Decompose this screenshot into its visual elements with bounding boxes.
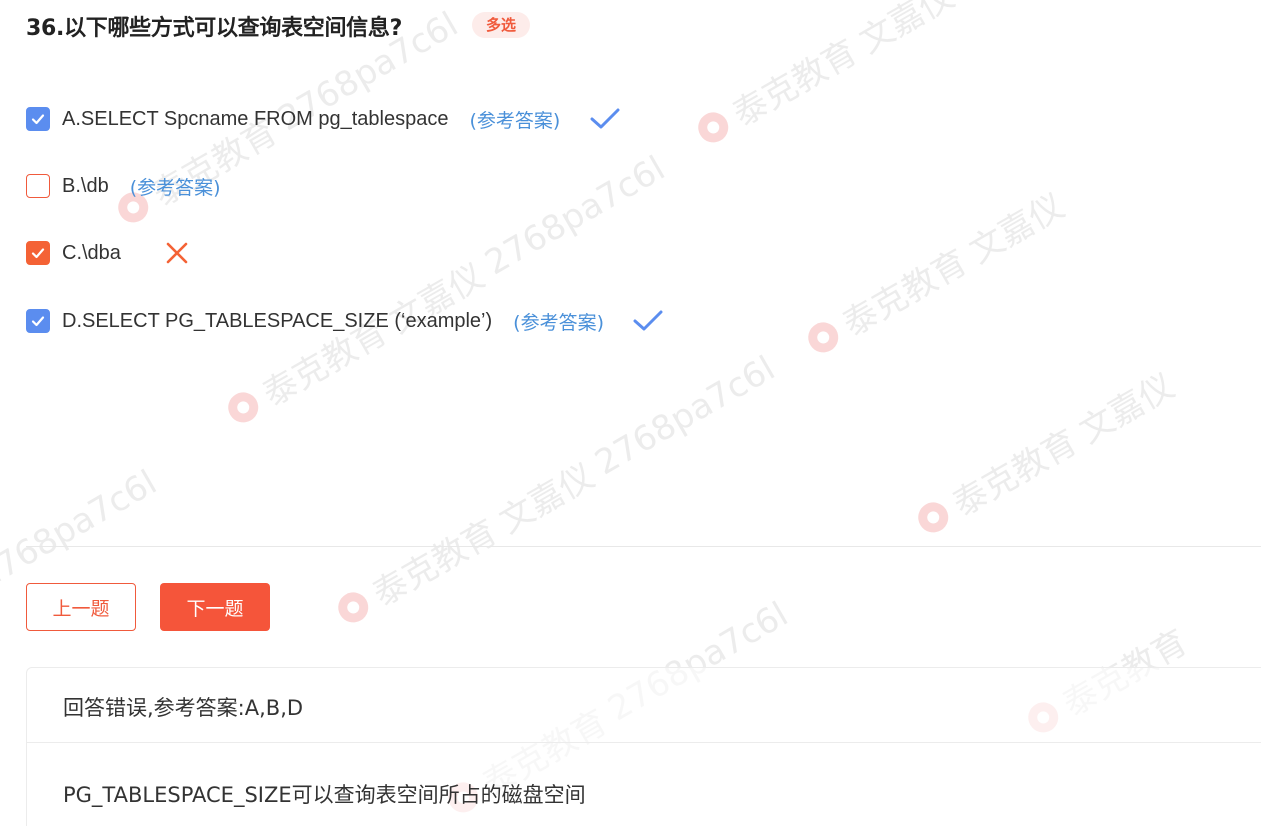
reference-answer-label: (参考答案) [129,176,221,199]
previous-question-button[interactable]: 上一题 [26,583,136,631]
correct-check-icon [589,107,621,131]
answer-explanation: PG_TABLESPACE_SIZE可以查询表空间所占的磁盘空间 [63,783,586,807]
option-label: B.\db [62,174,109,197]
option-a[interactable]: A.SELECT Spcname FROM pg_tablespace (参考答… [26,106,621,132]
section-divider [26,546,1261,547]
checkbox-checked-icon[interactable] [26,241,50,265]
option-label: C.\dba [62,241,121,264]
next-question-button[interactable]: 下一题 [160,583,270,631]
question-title: 36.以下哪些方式可以查询表空间信息? [26,16,403,41]
option-c[interactable]: C.\dba [26,240,189,266]
correct-check-icon [632,309,664,333]
checkbox-checked-icon[interactable] [26,309,50,333]
checkbox-unchecked-icon[interactable] [26,174,50,198]
answer-result-text: 回答错误,参考答案:A,B,D [63,696,304,720]
checkbox-checked-icon[interactable] [26,107,50,131]
option-d[interactable]: D.SELECT PG_TABLESPACE_SIZE (‘example’) … [26,308,664,334]
reference-answer-label: (参考答案) [513,311,604,334]
option-label: D.SELECT PG_TABLESPACE_SIZE (‘example’) [62,309,493,332]
option-b[interactable]: B.\db (参考答案) [26,173,221,199]
option-label: A.SELECT Spcname FROM pg_tablespace [62,107,449,130]
answer-panel: 回答错误,参考答案:A,B,D PG_TABLESPACE_SIZE可以查询表空… [26,667,1261,826]
panel-divider [27,742,1261,743]
wrong-cross-icon [165,241,189,265]
question-page: 36.以下哪些方式可以查询表空间信息? 多选 A.SELECT Spcname … [0,0,1261,826]
question-type-badge: 多选 [472,12,530,38]
reference-answer-label: (参考答案) [469,109,561,132]
